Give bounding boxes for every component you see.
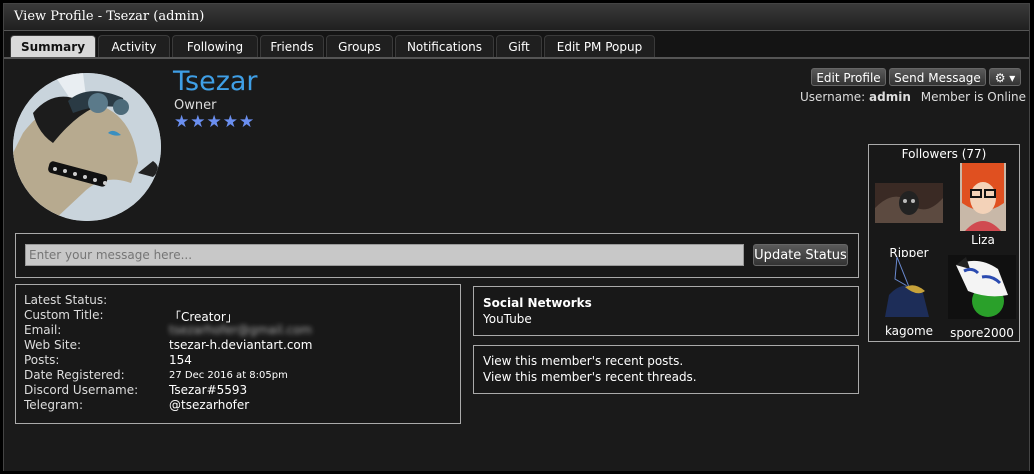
followers-title: Followers (77)	[901, 147, 987, 161]
tab-activity[interactable]: Activity	[98, 35, 170, 58]
send-message-button[interactable]: Send Message	[889, 68, 986, 86]
info-value-telegram: @tsezarhofer	[169, 398, 250, 412]
tab-summary[interactable]: Summary	[10, 35, 96, 58]
follower-name: Liza	[971, 233, 995, 247]
follower-avatar-image	[948, 255, 1016, 319]
followers-box: Followers (77) Ripper Liza kagome spore2…	[868, 144, 1020, 342]
window-title: View Profile - Tsezar (admin)	[14, 9, 205, 24]
info-value-website-link[interactable]: tsezar-h.deviantart.com	[169, 338, 312, 352]
recent-threads-link[interactable]: View this member's recent threads.	[483, 370, 697, 384]
username-line: Username: admin Member is Online	[800, 90, 1026, 104]
title-bar[interactable]: View Profile - Tsezar (admin)	[4, 4, 1029, 31]
info-label-website: Web Site:	[24, 338, 82, 352]
info-label-discord: Discord Username:	[24, 383, 139, 397]
profile-name: Tsezar	[173, 66, 258, 97]
follower-item[interactable]: spore2000	[947, 255, 1017, 340]
follower-avatar-image	[875, 256, 943, 317]
tab-friends[interactable]: Friends	[260, 35, 324, 58]
info-label-custom-title: Custom Title:	[24, 308, 104, 322]
info-label-posts: Posts:	[24, 353, 60, 367]
info-label-telegram: Telegram:	[24, 398, 84, 412]
info-label-email: Email:	[24, 323, 62, 337]
username-label: Username:	[800, 90, 866, 104]
tab-following[interactable]: Following	[172, 35, 258, 58]
username-value: admin	[869, 90, 911, 104]
info-label-latest-status: Latest Status:	[24, 293, 108, 307]
status-input[interactable]	[25, 244, 744, 266]
recent-posts-link[interactable]: View this member's recent posts.	[483, 354, 683, 368]
social-networks-title: Social Networks	[483, 296, 592, 310]
tab-gift[interactable]: Gift	[496, 35, 542, 58]
info-value-email[interactable]: tsezarhofer@gmail.com	[169, 323, 312, 337]
edit-profile-button[interactable]: Edit Profile	[811, 68, 886, 86]
youtube-link[interactable]: YouTube	[483, 312, 532, 326]
gear-icon: ⚙ ▾	[994, 71, 1016, 85]
follower-item[interactable]: kagome	[873, 256, 945, 338]
follower-name: kagome	[884, 324, 934, 338]
profile-avatar	[13, 73, 161, 221]
info-value-posts: 154	[169, 353, 192, 367]
tab-groups[interactable]: Groups	[326, 35, 393, 58]
profile-role: Owner	[174, 98, 217, 113]
tab-edit-pm-popup[interactable]: Edit PM Popup	[544, 35, 655, 58]
social-networks-box: Social Networks YouTube	[473, 286, 859, 336]
follower-item[interactable]: Ripper	[873, 177, 945, 260]
status-box: Update Status	[15, 233, 859, 278]
wolf-avatar-image	[13, 73, 161, 221]
tab-notifications[interactable]: Notifications	[395, 35, 494, 58]
online-status: Member is Online	[920, 90, 1027, 104]
info-value-discord: Tsezar#5593	[169, 383, 248, 397]
profile-info-box: Latest Status: Custom Title: 「Creator」 E…	[15, 284, 461, 424]
info-label-date-registered: Date Registered:	[24, 368, 125, 382]
recent-activity-box: View this member's recent posts. View th…	[473, 345, 859, 394]
rank-stars: ★★★★★	[174, 112, 256, 132]
gear-menu-button[interactable]: ⚙ ▾	[989, 68, 1021, 86]
follower-name: spore2000	[950, 326, 1014, 340]
follower-item[interactable]: Liza	[949, 163, 1017, 247]
follower-avatar-image	[960, 163, 1006, 231]
info-value-date-registered: 27 Dec 2016 at 8:05pm	[169, 370, 288, 381]
follower-avatar-image	[875, 183, 943, 223]
update-status-button[interactable]: Update Status	[753, 244, 848, 266]
